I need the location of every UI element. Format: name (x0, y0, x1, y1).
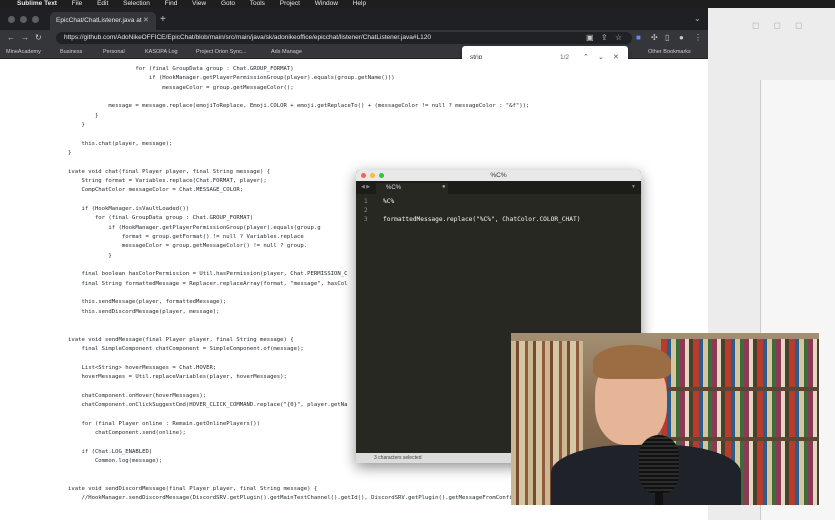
menu-window[interactable]: Window (315, 0, 338, 7)
code-line: for (final GroupData group : Chat.GROUP_… (68, 66, 294, 72)
menu-selection[interactable]: Selection (123, 0, 150, 7)
menu-view[interactable]: View (192, 0, 206, 7)
bookmark-item[interactable]: Business (60, 46, 82, 58)
menu-file[interactable]: File (72, 0, 82, 7)
microphone (639, 435, 679, 495)
menu-app-name[interactable]: Sublime Text (17, 0, 57, 7)
tab-strip: EpicChat/ChatListener.java at ✕ + ⌄ (0, 8, 708, 30)
code-line: this.sendMessage(player, formattedMessag… (68, 299, 227, 306)
forward-icon[interactable]: → (21, 33, 29, 42)
code-line: if (Chat.LOG_ENABLED) (68, 448, 153, 455)
status-text: 3 characters selected (374, 455, 422, 461)
tab-dropdown-icon[interactable]: ▼ (631, 184, 636, 190)
sublime-tab-bar: ◀ ▶ %C% ● ▼ (356, 181, 641, 194)
extensions-puzzle-icon[interactable]: ✣ (651, 33, 658, 42)
sublime-title-bar: %C% (356, 170, 641, 181)
code-line: chatComponent.onClickSuggestCmd(HOVER_CL… (68, 401, 348, 408)
code-line: CompChatColor messageColor = Chat.MESSAG… (68, 187, 244, 194)
minimize-window-button[interactable] (20, 16, 27, 23)
back-icon[interactable]: ← (7, 33, 15, 42)
code-line: if (HookManager.getPlayerPermissionGroup… (68, 224, 321, 231)
code-line: } (68, 112, 99, 119)
menu-tools[interactable]: Tools (250, 0, 265, 7)
shelf-plank (661, 387, 819, 391)
desktop-toolbar-icons: ◻◻◻ (752, 20, 817, 30)
other-bookmarks[interactable]: Other Bookmarks (648, 46, 691, 58)
sidebar-icon[interactable]: ▯ (665, 33, 669, 42)
bookmark-item[interactable]: MineAcademy (6, 46, 41, 58)
menu-edit[interactable]: Edit (97, 0, 108, 7)
tab-close-icon[interactable]: ✕ (143, 16, 149, 24)
sublime-tab-label: %C% (386, 185, 402, 191)
extension-icon[interactable]: ■ (636, 33, 641, 42)
line-number: 2 (364, 207, 368, 214)
code-line: messageColor = group.getMessageColor() !… (68, 243, 308, 250)
code-line: ivate void sendDiscordMessage(final Play… (68, 485, 318, 492)
browser-toolbar: ← → ↻ https://github.com/AdoNikeOFFICE/E… (0, 30, 708, 46)
line-number: 1 (364, 198, 368, 205)
install-icon[interactable]: ▣ (586, 33, 594, 42)
code-line: ivate void chat(final Player player, fin… (68, 168, 271, 175)
more-menu-icon[interactable]: ⋮ (694, 33, 702, 42)
code-line: final boolean hasColorPermission = Util.… (68, 271, 348, 278)
profile-avatar-icon[interactable]: ● (679, 33, 684, 42)
bookmark-item[interactable]: Ads Manage (271, 46, 302, 58)
microphone-stand (655, 493, 663, 505)
bookmark-item[interactable]: Project Orion Sync... (196, 46, 246, 58)
code-line: List<String> hoverMessages = Chat.HOVER; (68, 364, 217, 371)
line-number-gutter: 1 2 3 (356, 194, 376, 452)
code-line: message = message.replace(emojiToReplace… (68, 103, 530, 110)
menu-goto[interactable]: Goto (221, 0, 235, 7)
code-line: this.chat(player, message); (68, 140, 173, 147)
code-line: messageColor = group.getMessageColor(); (68, 84, 294, 91)
code-line: Common.log(message); (68, 457, 163, 464)
sublime-close-button[interactable] (361, 173, 366, 178)
code-line: chatComponent.onHover(hoverMessages); (68, 392, 207, 399)
tab-title: EpicChat/ChatListener.java at (56, 17, 142, 24)
tab-search-icon[interactable]: ⌄ (694, 14, 701, 23)
address-bar[interactable]: https://github.com/AdoNikeOFFICE/EpicCha… (56, 32, 632, 44)
close-window-button[interactable] (8, 16, 15, 23)
code-line: chatComponent.send(online); (68, 429, 186, 436)
editor-line[interactable]: %C% (383, 198, 394, 205)
person-hair (593, 345, 671, 379)
bookmark-item[interactable]: Personal (103, 46, 125, 58)
code-line: for (final Player online : Remain.getOnl… (68, 420, 260, 427)
code-line: for (final GroupData group : Chat.GROUP_… (68, 215, 254, 222)
code-line: } (68, 149, 72, 156)
browser-tab[interactable]: EpicChat/ChatListener.java at (50, 12, 156, 30)
new-tab-icon[interactable]: + (160, 14, 166, 25)
tab-nav-arrows-icon[interactable]: ◀ ▶ (361, 184, 370, 190)
shelf-plank (661, 437, 819, 441)
sublime-tab[interactable]: %C% (376, 183, 448, 194)
zoom-window-button[interactable] (32, 16, 39, 23)
code-line: final SimpleComponent chatComponent = Si… (68, 345, 304, 352)
code-line: if (HookManager.getPlayerPermissionGroup… (68, 75, 395, 82)
menu-find[interactable]: Find (165, 0, 178, 7)
reload-icon[interactable]: ↻ (35, 33, 42, 42)
menu-bar: Sublime Text File Edit Selection Find Vi… (0, 0, 835, 8)
line-number: 3 (364, 216, 368, 223)
code-line: ivate void sendMessage(final Player play… (68, 336, 294, 343)
code-line: String format = Variables.replace(Chat.F… (68, 177, 267, 184)
url-text: https://github.com/AdoNikeOFFICE/EpicCha… (64, 34, 431, 41)
bookmark-item[interactable]: KASOPA Log (145, 46, 178, 58)
sublime-zoom-button[interactable] (379, 173, 384, 178)
code-line: if (HookManager.isVaultLoaded()) (68, 205, 190, 212)
editor-line[interactable]: formattedMessage.replace("%C%", ChatColo… (383, 216, 580, 223)
code-line: final String formattedMessage = Replacer… (68, 280, 348, 287)
code-line: this.sendDiscordMessage(player, message)… (68, 308, 220, 315)
code-line: } (68, 121, 85, 128)
code-line: hoverMessages = Util.replaceVariables(pl… (68, 373, 287, 380)
code-line: format = group.getFormat() != null ? Var… (68, 233, 304, 240)
bookmark-star-icon[interactable]: ☆ (615, 33, 622, 42)
webcam-overlay (511, 333, 819, 505)
share-icon[interactable]: ⇪ (601, 33, 608, 42)
menu-help[interactable]: Help (353, 0, 366, 7)
sublime-window-title: %C% (490, 172, 507, 179)
sublime-tab-modified-icon[interactable]: ● (442, 184, 446, 190)
menu-project[interactable]: Project (280, 0, 300, 7)
sublime-minimize-button[interactable] (370, 173, 375, 178)
code-line: } (68, 252, 112, 259)
